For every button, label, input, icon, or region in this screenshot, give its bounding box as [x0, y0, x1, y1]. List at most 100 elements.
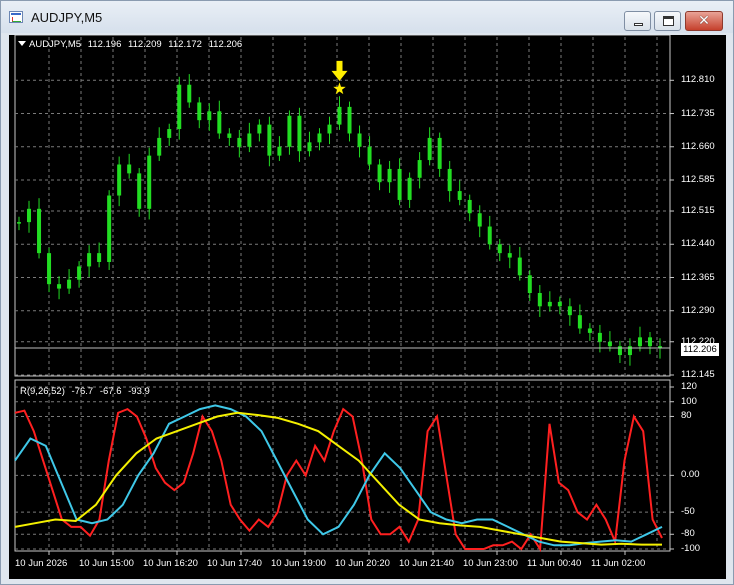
candle-body [147, 155, 152, 209]
candle-body [137, 173, 142, 209]
candle-body [187, 84, 192, 103]
indicator-tick-label: 120 [681, 381, 697, 392]
candle-body [207, 111, 212, 121]
indicator-value-1: -76.7 [71, 386, 94, 397]
candle-body [57, 284, 62, 289]
candle-body [577, 315, 582, 329]
minimize-icon [634, 23, 643, 26]
price-tick-label: 112.440 [681, 238, 715, 250]
candle-body [527, 275, 532, 294]
maximize-icon [663, 16, 674, 26]
candle-body [597, 332, 602, 342]
candle-body [537, 293, 542, 307]
chart-canvas[interactable] [9, 35, 726, 579]
candle-body [557, 301, 562, 307]
candle-body [117, 164, 122, 196]
price-tick-label: 112.585 [681, 174, 715, 185]
indicator-value-2: -67.6 [99, 386, 122, 397]
time-tick-label: 10 Jun 21:40 [399, 558, 454, 569]
time-tick-label: 10 Jun 23:00 [463, 558, 518, 569]
indicator-pane-frame [14, 379, 671, 552]
candle-body [487, 226, 492, 245]
candle-body [417, 160, 422, 178]
high-price: 112.209 [128, 39, 162, 50]
maximize-button[interactable] [654, 11, 681, 31]
candle-body [317, 133, 322, 143]
time-tick-label: 10 Jun 16:20 [143, 558, 198, 569]
candle-body [397, 168, 402, 200]
candle-body [167, 129, 172, 138]
close-icon: ✕ [698, 13, 710, 29]
indicator-value-3: -93.9 [128, 386, 150, 397]
time-tick-label: 10 Jun 2026 [15, 558, 68, 569]
time-tick-label: 10 Jun 19:00 [271, 558, 326, 569]
indicator-tick-label: -100 [681, 543, 701, 554]
arrow-down-icon [331, 60, 348, 81]
candle-body [467, 199, 472, 214]
time-tick-label: 10 Jun 15:00 [79, 558, 134, 569]
candle-body [177, 84, 182, 130]
window-title: AUDJPY,M5 [31, 10, 103, 25]
symbol-info: AUDJPY,M5 112.196 112.209 112.172 112.20… [18, 39, 246, 50]
indicator-tick-label: 0.00 [681, 469, 700, 481]
candle-body [97, 253, 102, 262]
candle-body [277, 146, 282, 156]
candle-body [337, 106, 342, 125]
candle-body [407, 177, 412, 200]
candle-body [507, 253, 512, 258]
indicator-tick-label: -50 [681, 506, 695, 518]
low-price: 112.172 [168, 39, 202, 50]
symbol-name: AUDJPY,M5 [29, 39, 82, 50]
time-tick-label: 10 Jun 17:40 [207, 558, 262, 569]
indicator-tick-label: 80 [681, 410, 692, 422]
candle-body [37, 208, 42, 254]
candle-body [257, 124, 262, 134]
time-tick-label: 10 Jun 20:20 [335, 558, 390, 569]
candle-body [17, 222, 21, 224]
price-tick-label: 112.810 [681, 74, 715, 86]
candle-body [217, 111, 222, 134]
minimize-button[interactable] [624, 11, 651, 31]
chart-window: AUDJPY,M5 ✕ AUDJPY,M5 112.196 112.209 11… [0, 0, 734, 585]
price-tick-label: 112.220 [681, 335, 715, 347]
price-tick-label: 112.735 [681, 107, 715, 119]
candle-body [567, 306, 572, 316]
candle-body [127, 164, 132, 174]
candle-body [447, 168, 452, 192]
candle-body [47, 253, 52, 285]
candle-body [517, 257, 522, 276]
time-tick-label: 11 Jun 00:40 [527, 558, 582, 569]
candle-body [497, 244, 502, 254]
candle-body [247, 133, 252, 147]
dropdown-triangle-icon [18, 41, 26, 46]
candle-body [347, 106, 352, 134]
candle-body [607, 341, 612, 347]
candle-body [427, 137, 432, 161]
price-tick-label: 112.145 [681, 369, 715, 380]
candle-body [477, 213, 482, 227]
open-price: 112.196 [87, 39, 122, 50]
candle-body [367, 146, 372, 165]
close-button[interactable]: ✕ [685, 11, 723, 31]
candle-body [647, 337, 652, 347]
candle-body [377, 164, 382, 183]
candle-body [87, 253, 92, 267]
indicator-info: R(9,26,52) -76.7 -67.6 -93.9 [20, 386, 154, 397]
candle-body [307, 142, 312, 152]
price-tick-label: 112.515 [681, 205, 715, 217]
indicator-line-red [14, 407, 663, 553]
candle-body [327, 124, 332, 134]
chart-area[interactable]: AUDJPY,M5 112.196 112.209 112.172 112.20… [9, 35, 726, 579]
candle-body [107, 195, 112, 262]
indicator-line-yellow [14, 411, 662, 546]
price-tick-label: 112.660 [681, 140, 715, 152]
candle-body [637, 337, 642, 347]
candle-body [587, 328, 592, 333]
title-bar[interactable]: AUDJPY,M5 ✕ [1, 1, 733, 33]
candle-body [297, 115, 302, 152]
candle-body [357, 133, 362, 147]
candle-body [237, 137, 242, 147]
app-chart-icon [9, 11, 23, 23]
candle-body [287, 115, 292, 147]
price-tick-label: 112.290 [681, 304, 715, 316]
